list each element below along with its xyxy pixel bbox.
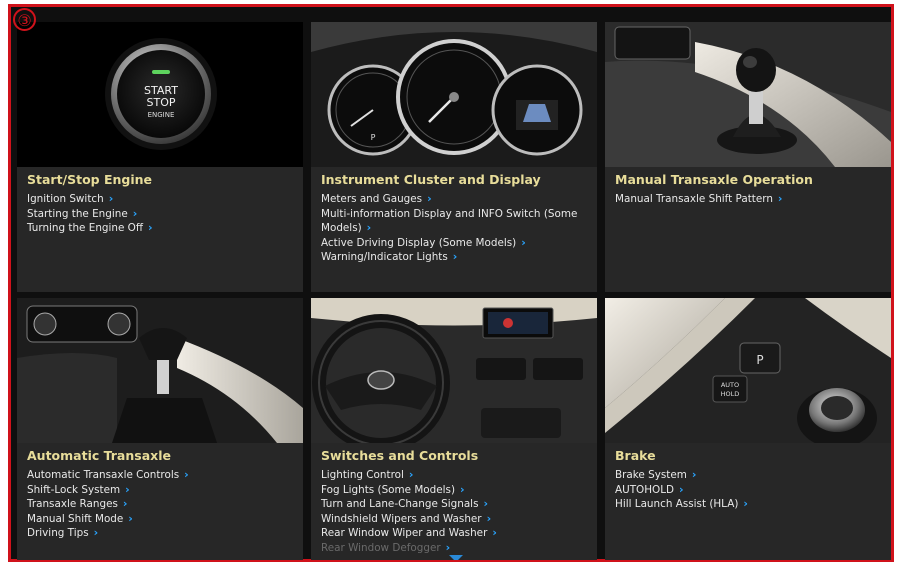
chevron-right-icon: ›: [128, 511, 133, 525]
svg-text:P: P: [756, 353, 763, 367]
engine-label: ENGINE: [148, 111, 175, 119]
link-windshield-wipers[interactable]: Windshield Wipers and Washer ›: [321, 512, 591, 527]
link-autohold[interactable]: AUTOHOLD ›: [615, 483, 885, 498]
chevron-right-icon: ›: [483, 497, 489, 510]
section-number-badge: ③: [13, 8, 36, 31]
link-hill-launch-assist[interactable]: Hill Launch Assist (HLA) ›: [615, 497, 885, 512]
svg-text:P: P: [371, 133, 376, 142]
link-warning-indicator-lights[interactable]: Warning/Indicator Lights ›: [321, 250, 591, 265]
link-ignition-switch[interactable]: Ignition Switch ›: [27, 192, 297, 207]
chevron-right-icon: ›: [366, 221, 372, 234]
chevron-right-icon: ›: [521, 235, 526, 249]
chevron-right-icon: ›: [777, 192, 783, 205]
section-frame: ③ START STOP ENGINE Start/Stop Engine Ig…: [8, 4, 894, 562]
chevron-right-icon: ›: [452, 250, 458, 263]
chevron-right-icon: ›: [460, 482, 465, 496]
link-driving-tips[interactable]: Driving Tips ›: [27, 526, 297, 541]
link-automatic-controls[interactable]: Automatic Transaxle Controls ›: [27, 468, 297, 483]
link-rear-defogger[interactable]: Rear Window Defogger ›: [321, 541, 591, 556]
link-fog-lights[interactable]: Fog Lights (Some Models) ›: [321, 483, 591, 498]
chevron-right-icon: ›: [184, 468, 189, 481]
card-title: Automatic Transaxle: [27, 448, 171, 463]
automatic-shifter-image: [17, 298, 303, 443]
auto-label: AUTO: [721, 381, 739, 389]
card-brake[interactable]: P AUTO HOLD Brake Brake System › AUTOHOLD…: [605, 298, 891, 560]
link-manual-shift-pattern[interactable]: Manual Transaxle Shift Pattern ›: [615, 192, 885, 207]
chevron-right-icon: ›: [427, 192, 432, 205]
instrument-cluster-image: P: [311, 22, 597, 167]
brake-controls-image: P AUTO HOLD: [605, 298, 891, 443]
card-title: Start/Stop Engine: [27, 172, 153, 187]
manual-shifter-image: [605, 22, 891, 167]
chevron-right-icon: ›: [408, 468, 414, 481]
card-switches-controls[interactable]: Switches and Controls Lighting Control › …: [311, 298, 597, 560]
chevron-right-icon: ›: [445, 540, 451, 554]
card-title: Switches and Controls: [321, 448, 479, 463]
chevron-right-icon: ›: [679, 482, 684, 496]
card-start-stop-engine[interactable]: START STOP ENGINE Start/Stop Engine Igni…: [17, 22, 303, 292]
chevron-right-icon: ›: [743, 497, 748, 510]
chevron-right-icon: ›: [125, 482, 130, 496]
card-title: Brake: [615, 448, 656, 463]
hold-label: HOLD: [721, 390, 740, 398]
triangle-down-icon[interactable]: [449, 555, 463, 560]
link-brake-system[interactable]: Brake System ›: [615, 468, 885, 483]
link-turn-signals[interactable]: Turn and Lane-Change Signals ›: [321, 497, 591, 512]
card-title: Manual Transaxle Operation: [615, 172, 813, 187]
chevron-right-icon: ›: [108, 192, 114, 205]
chevron-right-icon: ›: [148, 221, 153, 234]
chevron-right-icon: ›: [93, 526, 99, 539]
chevron-right-icon: ›: [486, 511, 492, 525]
dashboard-steering-image: [311, 298, 597, 443]
link-rear-wiper[interactable]: Rear Window Wiper and Washer ›: [321, 526, 591, 541]
card-manual-transaxle[interactable]: Manual Transaxle Operation Manual Transa…: [605, 22, 891, 292]
chevron-right-icon: ›: [132, 206, 138, 220]
stop-label: STOP: [147, 96, 176, 109]
start-stop-button-image: START STOP ENGINE: [17, 22, 303, 167]
chevron-right-icon: ›: [691, 468, 697, 481]
link-manual-shift-mode[interactable]: Manual Shift Mode ›: [27, 512, 297, 527]
link-meters-gauges[interactable]: Meters and Gauges ›: [321, 192, 591, 207]
link-multi-info-display[interactable]: Multi-information Display and INFO Switc…: [321, 207, 591, 236]
link-transaxle-ranges[interactable]: Transaxle Ranges ›: [27, 497, 297, 512]
link-turning-engine-off[interactable]: Turning the Engine Off ›: [27, 221, 297, 236]
chevron-right-icon: ›: [122, 497, 128, 510]
link-starting-engine[interactable]: Starting the Engine ›: [27, 207, 297, 222]
link-active-driving-display[interactable]: Active Driving Display (Some Models) ›: [321, 236, 591, 251]
link-shift-lock-system[interactable]: Shift-Lock System ›: [27, 483, 297, 498]
card-automatic-transaxle[interactable]: Automatic Transaxle Automatic Transaxle …: [17, 298, 303, 560]
card-instrument-cluster[interactable]: P Instrument Cluster and Display Meters …: [311, 22, 597, 292]
card-title: Instrument Cluster and Display: [321, 172, 541, 187]
link-lighting-control[interactable]: Lighting Control ›: [321, 468, 591, 483]
chevron-right-icon: ›: [492, 526, 497, 539]
